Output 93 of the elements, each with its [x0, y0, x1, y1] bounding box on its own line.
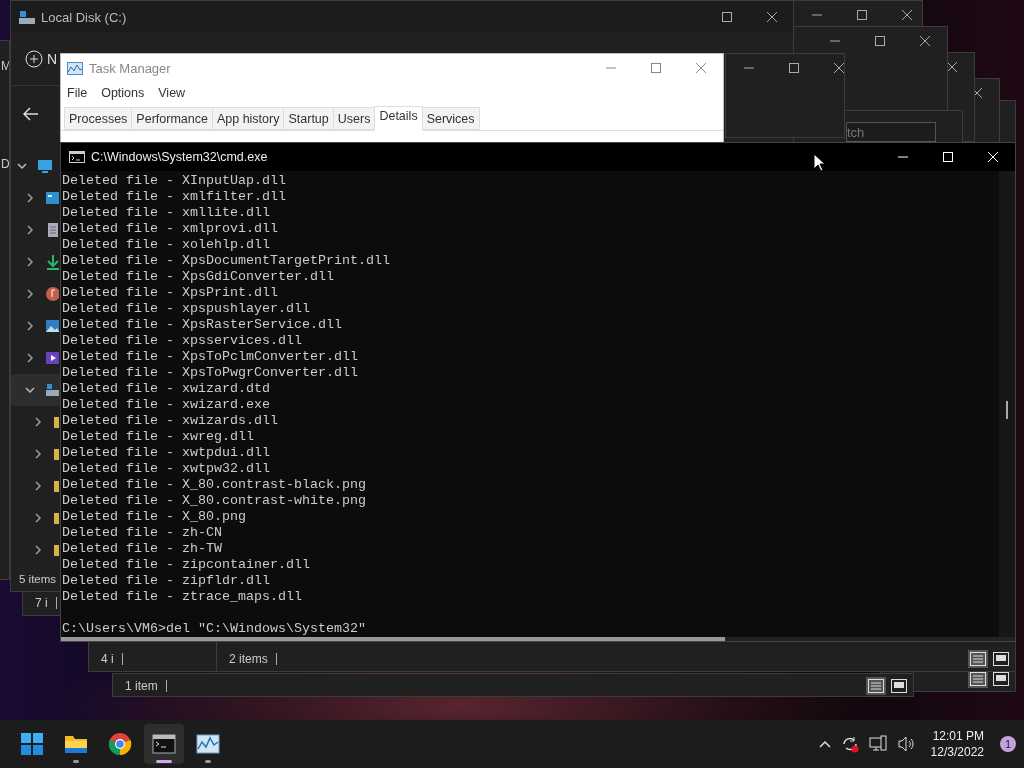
menu-item[interactable]: Options — [101, 86, 145, 100]
maximize-icon[interactable] — [721, 12, 732, 22]
status-text: 1 item — [125, 679, 158, 693]
back-arrow-icon[interactable] — [23, 107, 39, 121]
console-line: Deleted file - XpsRasterService.dll — [62, 317, 343, 333]
tab[interactable]: Details — [374, 106, 423, 131]
new-button[interactable]: N — [25, 50, 58, 68]
status-text: 4 i — [101, 652, 114, 666]
computer-icon — [37, 158, 53, 174]
tree-item[interactable] — [11, 374, 60, 406]
console-line: Deleted file - zipcontainer.dll — [62, 557, 311, 573]
console-line: Deleted file - xpsservices.dll — [62, 333, 303, 349]
maximize-icon[interactable] — [856, 10, 867, 20]
taskbar-button[interactable] — [144, 724, 184, 764]
window-title: Task Manager — [89, 60, 171, 76]
tiles-view-icon[interactable] — [891, 679, 907, 693]
volume-icon[interactable] — [896, 735, 915, 753]
console-line: Deleted file - X_80.contrast-white.png — [62, 493, 367, 509]
tiles-view-icon[interactable] — [993, 652, 1009, 666]
console-line: Deleted file - xolehlp.dll — [62, 237, 271, 253]
clock-date: 12/3/2022 — [930, 744, 984, 760]
window-title: Local Disk (C:) — [41, 9, 127, 25]
details-view-icon[interactable] — [970, 652, 986, 666]
windows-logo-icon[interactable] — [20, 732, 44, 756]
console-line: Deleted file - xwtpdui.dll — [62, 445, 271, 461]
browser-icon[interactable] — [108, 732, 132, 756]
console-line: Deleted file - XpsPrint.dll — [62, 285, 279, 301]
command-prompt[interactable]: C:\Users\VM6>del "C:\Windows\System32" — [62, 621, 999, 637]
scrollbar-thumb[interactable] — [61, 637, 725, 641]
console-line: Deleted file - xwizard.exe — [62, 397, 271, 413]
picture-icon — [45, 318, 59, 334]
network-icon[interactable] — [868, 735, 887, 753]
console-line: Deleted file - zh-CN — [62, 525, 223, 541]
tab[interactable]: Startup — [283, 107, 334, 130]
drive-icon — [45, 382, 59, 398]
desktop-icon — [45, 190, 59, 206]
console-line: Deleted file - XpsToPwgrConverter.dll — [62, 365, 359, 381]
terminal-icon[interactable] — [152, 732, 176, 756]
notification-badge[interactable]: 1 — [1000, 736, 1016, 752]
menu-item[interactable]: View — [158, 86, 186, 100]
status-text: 7 i — [35, 596, 48, 610]
chart-icon — [67, 61, 83, 75]
tab[interactable]: Performance — [131, 107, 213, 130]
menu-item[interactable]: File — [67, 86, 88, 100]
console-icon — [69, 151, 85, 163]
tab[interactable]: Processes — [64, 107, 133, 130]
maximize-icon[interactable] — [788, 63, 799, 73]
tiles-view-icon[interactable] — [993, 672, 1009, 686]
sync-icon[interactable] — [840, 735, 859, 753]
console-line: Deleted file - xpspushlayer.dll — [62, 301, 311, 317]
console-line: Deleted file - XpsToPclmConverter.dll — [62, 349, 359, 365]
console-line: Deleted file - xmllite.dll — [62, 205, 271, 221]
console-line: Deleted file - xmlprovi.dll — [62, 221, 279, 237]
close-icon[interactable] — [946, 62, 957, 72]
search-field[interactable]: tch — [846, 122, 936, 142]
console-line: Deleted file - xwizards.dll — [62, 413, 279, 429]
chevron-up-icon[interactable] — [818, 740, 831, 748]
document-icon — [45, 222, 59, 238]
console-line: Deleted file - X_80.contrast-black.png — [62, 477, 367, 493]
console-line: Deleted file - XInputUap.dll — [62, 173, 287, 189]
status-text: 2 items — [229, 652, 268, 666]
clock-time: 12:01 PM — [932, 728, 984, 744]
maximize-icon[interactable] — [874, 36, 885, 46]
close-icon[interactable] — [919, 36, 930, 46]
console-line: Deleted file - xwreg.dll — [62, 429, 255, 445]
window-title: C:\Windows\System32\cmd.exe — [91, 150, 268, 164]
close-icon[interactable] — [766, 12, 777, 22]
tab[interactable]: App history — [211, 107, 285, 130]
download-icon — [45, 254, 59, 270]
console-line: Deleted file - XpsDocumentTargetPrint.dll — [62, 253, 391, 269]
status-text: 5 items — [19, 573, 57, 585]
console-line: Deleted file - xwtpw32.dll — [62, 461, 271, 477]
console-line: Deleted file - xmlfilter.dll — [62, 189, 287, 205]
scrollbar-thumb[interactable] — [1006, 401, 1008, 419]
tab[interactable]: Users — [332, 107, 376, 130]
console-line: Deleted file - XpsGdiConverter.dll — [62, 269, 335, 285]
close-icon[interactable] — [833, 63, 844, 73]
console-line: Deleted file - ztrace_maps.dll — [62, 589, 303, 605]
tab[interactable]: Services — [421, 107, 480, 130]
console-line: Deleted file - xwizard.dtd — [62, 381, 271, 397]
chart-icon[interactable] — [196, 732, 220, 756]
music-icon — [45, 286, 59, 302]
window-text: D — [1, 157, 9, 171]
video-icon — [45, 350, 59, 366]
details-view-icon[interactable] — [868, 679, 884, 693]
plus-circle-icon — [25, 50, 43, 68]
details-view-icon[interactable] — [970, 672, 986, 686]
clock[interactable]: 12:01 PM 12/3/2022 — [930, 728, 984, 760]
console-line: Deleted file - X_80.png — [62, 509, 247, 525]
close-icon[interactable] — [901, 10, 912, 20]
drive-icon — [19, 10, 35, 24]
console-line: Deleted file - zipfldr.dll — [62, 573, 271, 589]
console-line: Deleted file - zh-TW — [62, 541, 223, 557]
